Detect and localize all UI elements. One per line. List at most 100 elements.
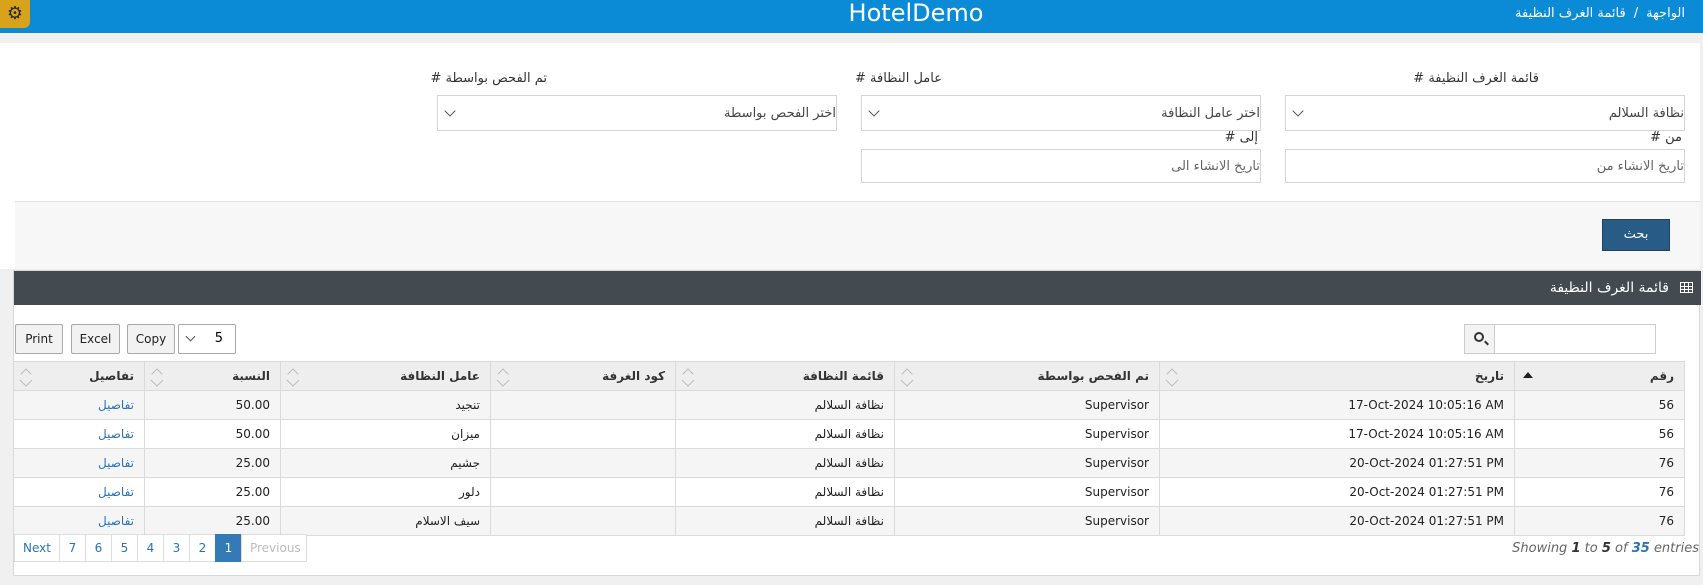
cell-number: 56 [1514,419,1685,449]
cell-checked-by: Supervisor [894,419,1160,449]
cell-clean-list: نظافة السلالم [675,419,895,449]
cell-percentage: 25.00 [144,477,281,507]
chevron-down-icon [868,105,880,117]
table-row: 76 20-Oct-2024 01:27:51 PM Supervisor نظ… [13,448,1685,478]
cell-date: 17-Oct-2024 10:05:16 AM [1159,419,1515,449]
search-icon [1474,332,1484,342]
table-info: Showing 1 to 5 of 35 entries [1512,541,1699,556]
page-button-2[interactable]: 2 [188,534,216,562]
pagination: Next 7 6 5 4 3 2 1 Previous [14,534,307,562]
checked-by-select[interactable]: اختر الفحص بواسطة [437,95,837,131]
details-link[interactable]: تفاصيل [98,514,134,528]
worker-select[interactable]: اختر عامل النظافة [861,95,1261,131]
details-link[interactable]: تفاصيل [98,427,134,441]
column-header-percentage[interactable]: النسبة [144,361,281,391]
top-bar: ⚙ HotelDemo الواجهة/قائمة الغرف النظيفة [0,0,1703,33]
clean-list-select[interactable]: نظافة السلالم [1285,95,1685,131]
column-header-date[interactable]: تاريخ [1159,361,1515,391]
cell-percentage: 25.00 [144,448,281,478]
checked-by-placeholder: اختر الفحص بواسطة [724,106,836,121]
sort-icon [287,368,299,380]
cell-percentage: 25.00 [144,506,281,536]
cell-details: تفاصيل [13,477,145,507]
breadcrumb: الواجهة / قائمة الغرف النظيفة [1515,6,1685,21]
excel-button[interactable]: Excel [71,324,120,354]
cell-worker: جشيم [280,448,491,478]
cell-room-code [490,506,676,536]
page-button-4[interactable]: 4 [136,534,164,562]
page-size-value: 5 [214,331,223,346]
cell-details: تفاصيل [13,506,145,536]
date-from-input[interactable] [1285,149,1685,183]
search-button[interactable]: بحث [1602,219,1670,251]
sort-icon [1166,368,1178,380]
sort-icon [682,368,694,380]
page-button-5[interactable]: 5 [110,534,138,562]
date-to-input[interactable] [861,149,1261,183]
previous-page-button[interactable]: Previous [240,534,307,562]
page-button-1-active[interactable]: 1 [214,534,242,562]
column-header-worker[interactable]: عامل النظافة [280,361,491,391]
cell-worker: دلور [280,477,491,507]
worker-placeholder: اختر عامل النظافة [1161,106,1260,121]
page-button-7[interactable]: 7 [58,534,86,562]
checked-by-label: تم الفحص بواسطة # [430,71,548,86]
details-link[interactable]: تفاصيل [98,456,134,470]
cell-number: 76 [1514,477,1685,507]
copy-button[interactable]: Copy [127,324,175,354]
cell-checked-by: Supervisor [894,448,1160,478]
print-button[interactable]: Print [15,324,63,354]
column-header-details[interactable]: تفاصيل [13,361,145,391]
column-header-clean-list[interactable]: قائمة النظافة [675,361,895,391]
cell-checked-by: Supervisor [894,390,1160,420]
cell-room-code [490,477,676,507]
filter-actions-bar [15,201,1700,269]
from-label: من # [1650,130,1682,145]
details-link[interactable]: تفاصيل [98,398,134,412]
cell-percentage: 50.00 [144,390,281,420]
next-page-button[interactable]: Next [14,534,60,562]
data-table: رقم تاريخ تم الفحص بواسطة قائمة النظافة … [13,361,1685,536]
cell-clean-list: نظافة السلالم [675,448,895,478]
page-button-3[interactable]: 3 [162,534,190,562]
details-link[interactable]: تفاصيل [98,485,134,499]
cell-date: 20-Oct-2024 01:27:51 PM [1159,506,1515,536]
cell-room-code [490,419,676,449]
column-header-room-code[interactable]: كود الغرفة [490,361,676,391]
cell-percentage: 50.00 [144,419,281,449]
cell-clean-list: نظافة السلالم [675,477,895,507]
panel-header: قائمة الغرف النظيفة [14,271,1701,305]
sort-icon [497,368,509,380]
cell-clean-list: نظافة السلالم [675,506,895,536]
column-header-checked-by[interactable]: تم الفحص بواسطة [894,361,1160,391]
breadcrumb-home[interactable]: الواجهة [1646,6,1685,21]
sort-icon [151,368,163,380]
table-search-button[interactable] [1464,324,1495,354]
table-panel: قائمة الغرف النظيفة Print Excel Copy 5 ر… [13,270,1701,576]
cell-checked-by: Supervisor [894,506,1160,536]
filter-panel: قائمة الغرف النظيفة # نظافة السلالم عامل… [0,43,1700,269]
table-row: 76 20-Oct-2024 01:27:51 PM Supervisor نظ… [13,477,1685,507]
cell-checked-by: Supervisor [894,477,1160,507]
to-label: إلى # [1224,130,1258,145]
cell-number: 76 [1514,448,1685,478]
cell-date: 20-Oct-2024 01:27:51 PM [1159,477,1515,507]
cell-date: 17-Oct-2024 10:05:16 AM [1159,390,1515,420]
cell-worker: سيف الاسلام [280,506,491,536]
app-brand[interactable]: HotelDemo [0,0,1703,26]
worker-label: عامل النظافة # [855,71,942,86]
breadcrumb-separator: / [1633,6,1639,21]
cell-details: تفاصيل [13,390,145,420]
sort-asc-icon [1523,372,1533,378]
cell-room-code [490,390,676,420]
cell-worker: ميزان [280,419,491,449]
page-size-select[interactable]: 5 [178,324,236,354]
cell-number: 56 [1514,390,1685,420]
table-grid-icon [1680,282,1693,293]
table-search-input[interactable] [1494,324,1656,354]
page-button-6[interactable]: 6 [84,534,112,562]
chevron-down-icon [444,105,456,117]
cell-number: 76 [1514,506,1685,536]
column-header-number[interactable]: رقم [1514,361,1685,391]
table-row: 56 17-Oct-2024 10:05:16 AM Supervisor نظ… [13,419,1685,449]
